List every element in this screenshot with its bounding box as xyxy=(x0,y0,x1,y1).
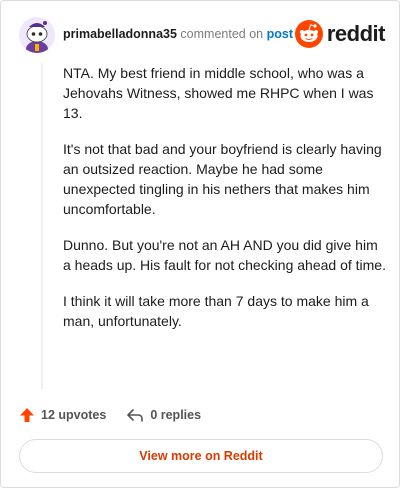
reddit-comment-embed: primabelladonna35 commented on post redd… xyxy=(0,0,400,488)
username-link[interactable]: primabelladonna35 xyxy=(63,27,177,41)
comment-header: primabelladonna35 commented on post redd… xyxy=(19,17,386,53)
comment-paragraph: Dunno. But you're not an AH AND you did … xyxy=(63,237,386,273)
comment-paragraph: I think it will take more than 7 days to… xyxy=(63,293,369,329)
comment-paragraph: NTA. My best friend in middle school, wh… xyxy=(63,65,374,121)
reddit-logo[interactable]: reddit xyxy=(294,19,386,49)
reply-arrow-icon xyxy=(127,409,144,422)
upvote-count: 12 upvotes xyxy=(41,408,107,422)
comment-byline: primabelladonna35 commented on post xyxy=(63,27,293,41)
replies-button[interactable]: 0 replies xyxy=(126,407,201,423)
snoo-avatar-icon xyxy=(19,17,55,53)
view-more-button[interactable]: View more on Reddit xyxy=(19,439,383,473)
reddit-wordmark: reddit xyxy=(326,21,386,46)
user-avatar[interactable] xyxy=(19,17,55,53)
reddit-alien-icon xyxy=(294,20,323,48)
post-link[interactable]: post xyxy=(267,27,293,41)
upvote-button[interactable]: 12 upvotes xyxy=(19,407,106,423)
reply-count: 0 replies xyxy=(150,408,202,422)
comment-body: NTA. My best friend in middle school, wh… xyxy=(41,63,389,389)
comment-actions: 12 upvotes 0 replies xyxy=(19,405,221,425)
upvote-arrow-icon xyxy=(20,408,34,422)
commented-on-label: commented on xyxy=(180,27,264,41)
comment-paragraph: It's not that bad and your boyfriend is … xyxy=(63,141,382,217)
